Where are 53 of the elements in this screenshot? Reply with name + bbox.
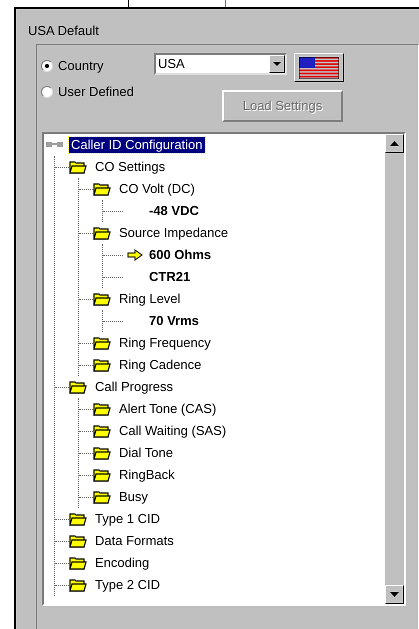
radio-option[interactable]: Country <box>41 58 154 74</box>
flag-button[interactable] <box>294 53 344 82</box>
dropdown-arrow-icon <box>273 62 281 66</box>
tree-item[interactable]: CTR21 <box>147 269 192 285</box>
tree-item[interactable]: Call Progress <box>93 379 176 395</box>
group-title: USA Default <box>28 23 100 39</box>
folder-icon <box>93 292 111 306</box>
tree-item[interactable]: Data Formats <box>93 533 176 549</box>
radio-button[interactable] <box>41 86 53 98</box>
network-icon <box>45 140 65 150</box>
tree-item[interactable]: 600 Ohms <box>147 247 214 263</box>
folder-icon <box>93 402 111 416</box>
folder-icon <box>93 468 111 482</box>
tree-item[interactable]: Caller ID Configuration <box>69 137 205 153</box>
radio-button[interactable] <box>41 60 53 72</box>
tree-item[interactable]: Ring Frequency <box>117 335 213 351</box>
tree-item[interactable]: Type 1 CID <box>93 511 162 527</box>
folder-icon <box>93 490 111 504</box>
scroll-down-button[interactable] <box>385 585 404 604</box>
down-arrow-icon <box>390 592 399 597</box>
folder-icon <box>93 336 111 350</box>
arrow-icon <box>127 249 143 261</box>
tree-item[interactable]: Ring Cadence <box>117 357 204 373</box>
tree-item[interactable]: Alert Tone (CAS) <box>117 401 218 417</box>
flag-icon <box>299 56 339 78</box>
radio-option[interactable]: User Defined <box>41 84 154 100</box>
tree-item[interactable]: Encoding <box>93 555 152 571</box>
folder-icon <box>93 358 111 372</box>
folder-icon <box>93 424 111 438</box>
country-select[interactable]: USA <box>154 53 287 75</box>
tree-item[interactable]: -48 VDC <box>147 203 201 219</box>
tree-item[interactable]: CO Settings <box>93 159 168 175</box>
tree-item[interactable]: Source Impedance <box>117 225 230 241</box>
scrollbar[interactable] <box>385 134 404 604</box>
tree-item[interactable]: Call Waiting (SAS) <box>117 423 228 439</box>
tree-item[interactable]: Dial Tone <box>117 445 175 461</box>
tree-item[interactable]: Ring Level <box>117 291 182 307</box>
folder-icon <box>93 226 111 240</box>
folder-icon <box>93 182 111 196</box>
scroll-up-button[interactable] <box>385 134 404 153</box>
tree-item[interactable]: Busy <box>117 489 150 505</box>
tree-item[interactable]: Type 2 CID <box>93 577 162 593</box>
tree-item[interactable]: RingBack <box>117 467 177 483</box>
folder-icon <box>69 380 87 394</box>
tree-item[interactable]: 70 Vrms <box>147 313 201 329</box>
folder-icon <box>69 512 87 526</box>
up-arrow-icon <box>390 141 399 146</box>
folder-icon <box>69 556 87 570</box>
folder-icon <box>69 534 87 548</box>
folder-icon <box>69 160 87 174</box>
folder-icon <box>93 446 111 460</box>
folder-icon <box>69 578 87 592</box>
tree-item[interactable]: CO Volt (DC) <box>117 181 197 197</box>
